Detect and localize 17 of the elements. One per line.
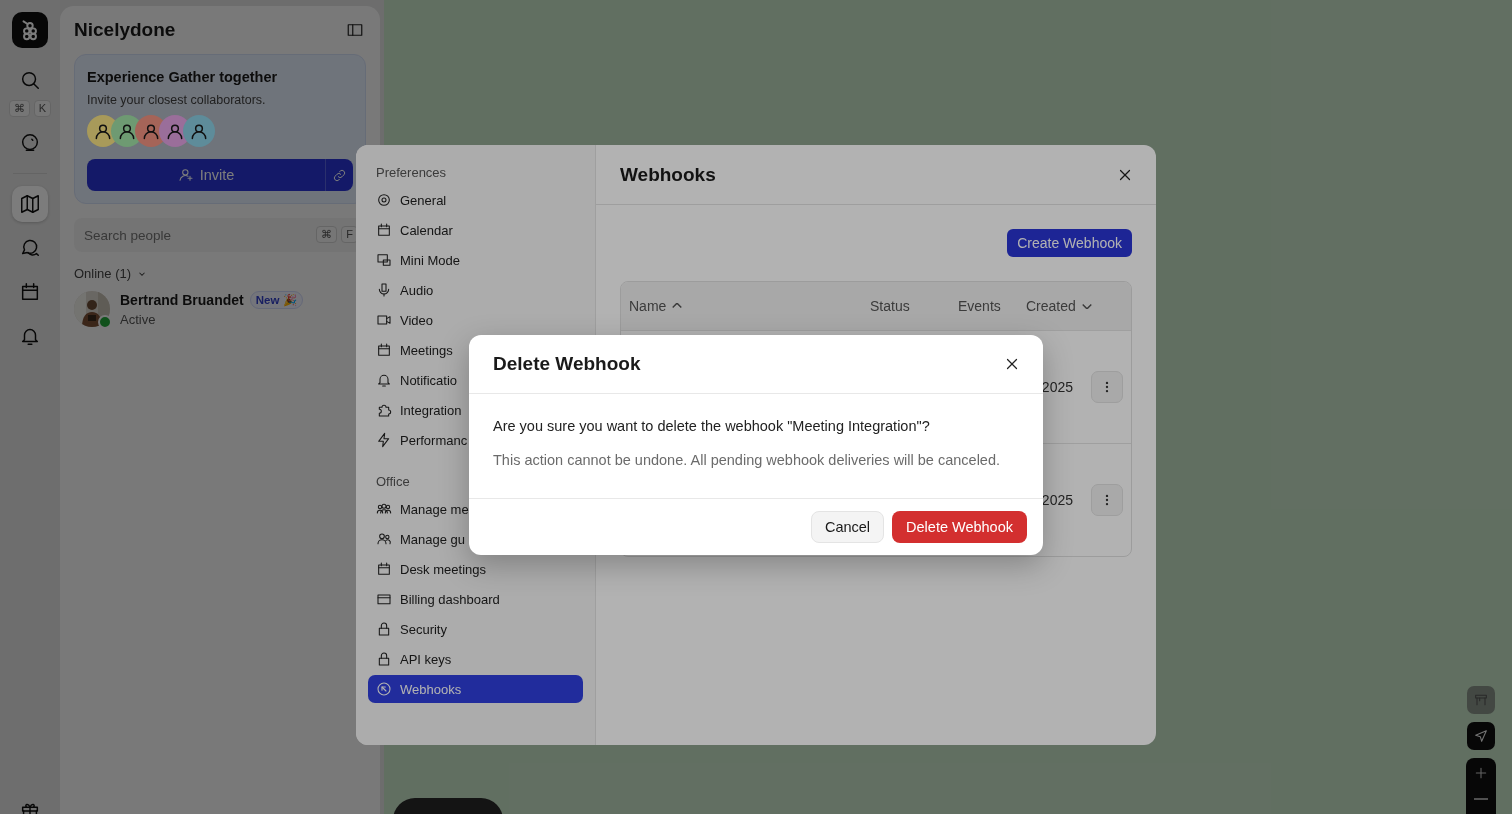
shortcut-key: ⌘ — [8, 100, 30, 117]
workspace-name: Nicelydone — [74, 19, 176, 41]
card-title: Experience Gather together — [87, 69, 279, 85]
section-heading: Preferences — [375, 165, 448, 180]
dialog-title: Delete Webhook — [493, 353, 641, 375]
table-cell: 2025 — [1041, 492, 1073, 508]
card-subtitle: Invite your closest collaborators. — [87, 93, 267, 107]
shortcut-key: ⌘ — [316, 226, 338, 243]
panel-title: Webhooks — [620, 163, 716, 186]
confirmation-question: Are you sure you want to delete the webhook "Meeting Integration"? — [493, 418, 931, 434]
shortcut-key: K — [33, 100, 52, 117]
member-name: Bertrand Bruandet — [120, 292, 244, 308]
table-cell: 2025 — [1041, 379, 1073, 395]
member-status: Active — [120, 312, 157, 327]
new-badge: New 🎉 — [249, 291, 303, 309]
warning-text: This action cannot be undone. All pending webhook deliveries will be canceled. — [493, 452, 1002, 468]
section-heading: Office — [375, 474, 411, 489]
